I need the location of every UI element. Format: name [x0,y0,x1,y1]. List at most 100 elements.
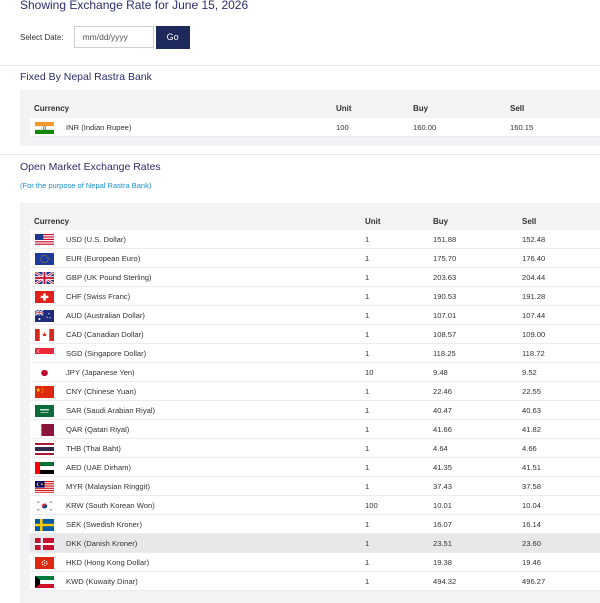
my-flag-icon [35,481,54,493]
th-flag-icon [35,443,54,455]
table-row: HKD (Hong Kong Dollar) 1 19.38 19.46 [30,553,600,572]
table-row: CAD (Canadian Dollar) 1 108.57 109.00 [30,325,600,344]
sell-rate: 41.51 [522,463,542,472]
currency-name: CHF (Swiss Franc) [66,292,131,301]
sa-flag-icon [35,405,54,417]
currency-name: HKD (Hong Kong Dollar) [66,558,150,567]
buy-rate: 22.46 [433,387,453,396]
dk-flag-icon [35,538,54,550]
sell-rate: 160.15 [510,123,534,132]
table-row: MYR (Malaysian Ringgit) 1 37.43 37.58 [30,477,600,496]
divider [0,65,600,66]
unit-cell: 1 [365,444,370,453]
date-label: Select Date: [20,32,64,42]
currency-name: DKK (Danish Kroner) [66,539,138,548]
open-market-table: Currency Unit Buy Sell USD (U.S. Dollar)… [20,203,600,603]
currency-name: KWD (Kuwaity Dinar) [66,577,138,586]
page-title: Showing Exchange Rate for June 15, 2026 [20,0,249,12]
currency-name: CNY (Chinese Yuan) [66,387,137,396]
buy-rate: 37.43 [433,482,453,491]
open-market-rows: USD (U.S. Dollar) 1 151.88 152.48 EUR (Europ… [30,230,600,591]
unit-cell: 1 [365,539,370,548]
sell-rate: 118.72 [522,349,545,358]
sell-rate: 109.00 [522,330,546,339]
currency-name: AUD (Australian Dollar) [66,311,145,320]
qa-flag-icon [35,424,54,436]
currency-name: SGD (Singapore Dollar) [66,349,147,358]
sell-rate: 10.04 [522,501,542,510]
sell-rate: 16.14 [522,520,542,529]
cn-flag-icon [35,386,54,398]
gb-flag-icon [35,272,54,284]
unit-cell: 1 [365,387,370,396]
buy-rate: 41.66 [433,425,453,434]
table-row: THB (Thai Baht) 1 4.64 4.66 [30,439,600,458]
us-flag-icon [35,234,54,246]
go-button[interactable]: Go [155,25,190,49]
unit-cell: 1 [365,330,370,339]
currency-name: THB (Thai Baht) [66,444,121,453]
buy-rate: 23.51 [433,539,453,548]
table-row: KWD (Kuwaity Dinar) 1 494.32 496.27 [30,572,600,591]
sell-rate: 496.27 [522,577,546,586]
currency-name: MYR (Malaysian Ringgit) [66,482,150,491]
unit-cell: 10 [365,368,374,377]
unit-cell: 1 [365,406,370,415]
table-row: SGD (Singapore Dollar) 1 118.25 118.72 [30,344,600,363]
unit-cell: 1 [365,254,370,263]
buy-rate: 107.01 [433,311,457,320]
unit-cell: 1 [365,273,370,282]
unit-cell: 1 [365,349,370,358]
buy-rate: 151.88 [433,235,457,244]
table-row: KRW (South Korean Won) 100 10.01 10.04 [30,496,600,515]
buy-rate: 4.64 [433,444,448,453]
open-market-subtitle: (For the purpose of Nepal Rastra Bank) [20,181,152,190]
unit-cell: 1 [365,520,370,529]
currency-name: JPY (Japanese Yen) [66,368,135,377]
kw-flag-icon [35,576,54,588]
buy-rate: 16.07 [433,520,453,529]
currency-name: QAR (Qatari Riyal) [66,425,130,434]
sell-rate: 41.82 [522,425,542,434]
unit-cell: 1 [365,577,370,586]
col-header-unit: Unit [365,217,381,226]
table-row: AUD (Australian Dollar) 1 107.01 107.44 [30,306,600,325]
sell-rate: 37.58 [522,482,542,491]
sell-rate: 152.48 [522,235,546,244]
col-header-currency: Currency [34,217,70,226]
table-row: EUR (European Euro) 1 175.70 176.40 [30,249,600,268]
buy-rate: 175.70 [433,254,457,263]
unit-cell: 1 [365,482,370,491]
buy-rate: 40.47 [433,406,453,415]
in-flag-icon [35,122,54,134]
unit-cell: 100 [336,123,349,132]
currency-name: USD (U.S. Dollar) [66,235,126,244]
table-row: SAR (Saudi Arabian Riyal) 1 40.47 40.63 [30,401,600,420]
buy-rate: 41.35 [433,463,453,472]
au-flag-icon [35,310,54,322]
col-header-sell: Sell [510,104,525,113]
currency-name: SAR (Saudi Arabian Riyal) [66,406,156,415]
col-header-unit: Unit [336,104,352,113]
unit-cell: 1 [365,558,370,567]
unit-cell: 1 [365,425,370,434]
table-row: JPY (Japanese Yen) 10 9.48 9.52 [30,363,600,382]
eu-flag-icon [35,253,54,265]
sell-rate: 23.60 [522,539,542,548]
table-row: USD (U.S. Dollar) 1 151.88 152.48 [30,230,600,249]
col-header-buy: Buy [433,217,449,226]
table-row: CNY (Chinese Yuan) 1 22.46 22.55 [30,382,600,401]
fixed-rate-rows: INR (Indian Rupee) 100 160.00 160.15 [30,118,600,137]
sell-rate: 107.44 [522,311,546,320]
unit-cell: 1 [365,235,370,244]
fixed-section-title: Fixed By Nepal Rastra Bank [20,71,152,83]
table-row: DKK (Danish Kroner) 1 23.51 23.60 [30,534,600,553]
kr-flag-icon [35,500,54,512]
sell-rate: 4.66 [522,444,537,453]
sg-flag-icon [35,348,54,360]
currency-name: AED (UAE Dirham) [66,463,131,472]
divider [0,154,600,155]
buy-rate: 10.01 [433,501,453,510]
col-header-sell: Sell [522,217,537,226]
date-input[interactable] [73,26,154,48]
